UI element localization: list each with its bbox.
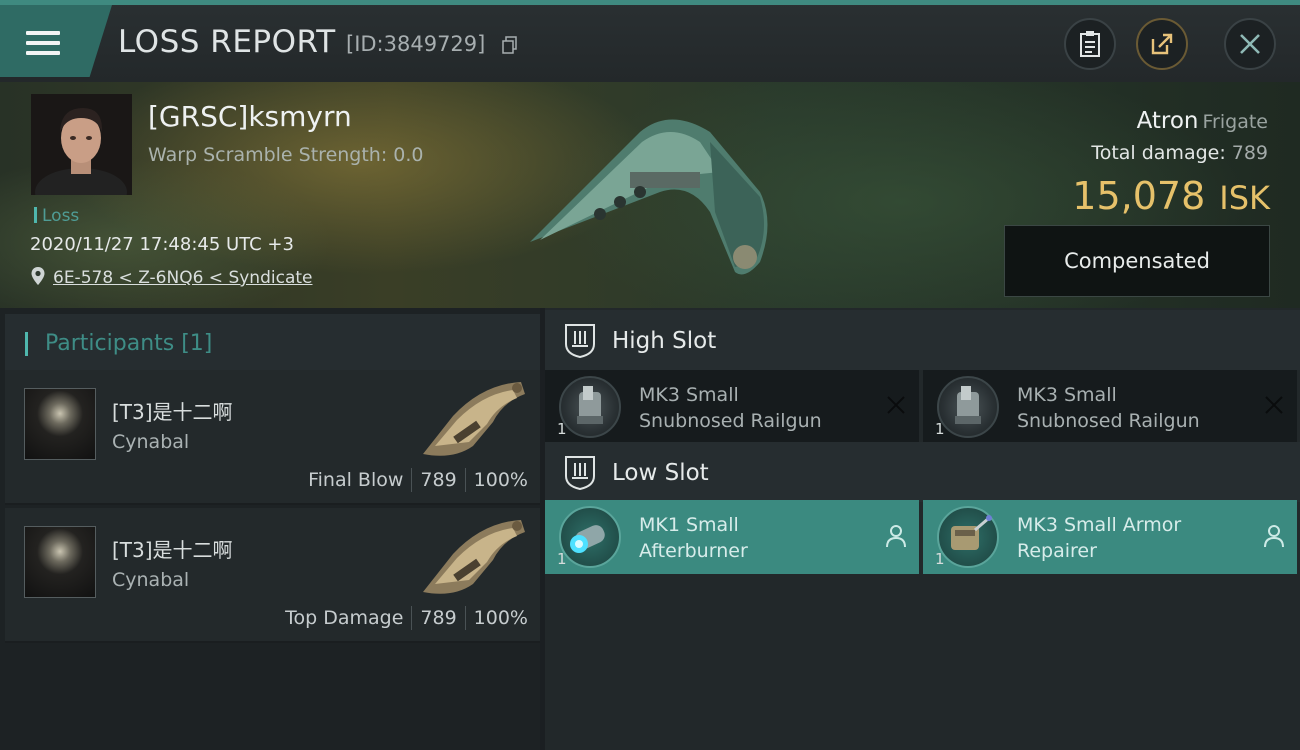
high-slot-title: High Slot (612, 328, 717, 354)
loss-datetime: 2020/11/27 17:48:45 UTC +3 (30, 234, 294, 255)
participant-ship: Cynabal (112, 569, 190, 591)
victim-summary: [GRSC]ksmyrn Warp Scramble Strength: 0.0… (0, 82, 1300, 308)
participant-damage: 789 (420, 607, 457, 629)
total-damage: Total damage: 789 (1091, 142, 1268, 164)
share-button[interactable] (1136, 18, 1188, 70)
close-icon (1240, 34, 1260, 54)
participant-avatar (24, 388, 96, 460)
high-slot-icon (565, 324, 595, 358)
destroyed-icon (887, 396, 905, 414)
loss-tag: Loss (34, 206, 79, 226)
location-pin-icon (31, 267, 45, 285)
railgun-icon (937, 376, 999, 438)
destroyed-icon (1265, 396, 1283, 414)
dropped-person-icon (1264, 525, 1284, 548)
dropped-person-icon (886, 525, 906, 548)
railgun-icon (559, 376, 621, 438)
top-accent-line (0, 0, 1300, 5)
warp-scramble-strength: Warp Scramble Strength: 0.0 (148, 144, 424, 166)
participant-ship: Cynabal (112, 431, 190, 453)
participants-title: Participants [1] (45, 331, 213, 356)
participant-percent: 100% (473, 607, 528, 629)
module-quantity: 1 (935, 420, 945, 438)
participant-ship-image (423, 520, 525, 594)
victim-avatar[interactable] (31, 94, 132, 195)
fitting-panel: High Slot 1 MK3 Small Snubnosed Railgun (545, 308, 1300, 750)
module-name: MK3 Small Snubnosed Railgun (639, 384, 822, 432)
module-name: MK3 Small Snubnosed Railgun (1017, 384, 1200, 432)
menu-icon (26, 29, 62, 59)
participant-avatar (24, 526, 96, 598)
participant-name: [T3]是十二啊 (112, 400, 233, 424)
participant-role: Final Blow (308, 469, 404, 491)
participants-header: Participants [1] (5, 314, 540, 372)
top-bar: LOSS REPORT [ID:3849729] (0, 0, 1300, 82)
victim-name[interactable]: [GRSC]ksmyrn (148, 100, 352, 133)
participant-row[interactable]: [T3]是十二啊 Cynabal Top Damage 789 100% (5, 508, 540, 643)
clipboard-icon (1080, 31, 1100, 57)
module-quantity: 1 (935, 550, 945, 568)
participant-damage: 789 (420, 469, 457, 491)
participants-panel: Participants [1] [T3]是十二啊 Cynabal Final … (0, 308, 540, 750)
loss-location-link[interactable]: 6E-578 < Z-6NQ6 < Syndicate (53, 268, 312, 288)
victim-ship-name: Atron Frigate (1136, 108, 1268, 134)
module-name: MK3 Small Armor Repairer (1017, 514, 1182, 562)
module-item[interactable]: 1 MK3 Small Snubnosed Railgun (545, 370, 919, 444)
report-id: [ID:3849729] (346, 32, 486, 56)
participant-stats: Top Damage 789 100% (285, 606, 528, 630)
copy-icon[interactable] (502, 36, 518, 54)
low-slot-header: Low Slot (545, 442, 1300, 502)
participant-role: Top Damage (285, 607, 404, 629)
module-item[interactable]: 1 MK1 Small Afterburner (545, 500, 919, 574)
compensated-button[interactable]: Compensated (1004, 225, 1270, 297)
victim-ship-image (530, 119, 768, 275)
clipboard-button[interactable] (1064, 18, 1116, 70)
participant-row[interactable]: [T3]是十二啊 Cynabal Final Blow 789 100% (5, 370, 540, 505)
share-icon (1151, 33, 1173, 55)
armor-repairer-icon (937, 506, 999, 568)
module-quantity: 1 (557, 420, 567, 438)
module-item[interactable]: 1 MK3 Small Armor Repairer (923, 500, 1297, 574)
close-button[interactable] (1224, 18, 1276, 70)
menu-button[interactable] (0, 5, 112, 77)
high-slot-header: High Slot (545, 310, 1300, 370)
low-slot-icon (565, 456, 595, 490)
participant-name: [T3]是十二啊 (112, 538, 233, 562)
module-item[interactable]: 1 MK3 Small Snubnosed Railgun (923, 370, 1297, 444)
participant-stats: Final Blow 789 100% (308, 468, 528, 492)
isk-value: 15,078 ISK (1072, 174, 1270, 218)
module-quantity: 1 (557, 550, 567, 568)
page-title: LOSS REPORT (118, 24, 336, 60)
module-name: MK1 Small Afterburner (639, 514, 748, 562)
low-slot-title: Low Slot (612, 460, 709, 486)
participant-percent: 100% (473, 469, 528, 491)
afterburner-icon (559, 506, 621, 568)
participant-ship-image (423, 382, 525, 456)
